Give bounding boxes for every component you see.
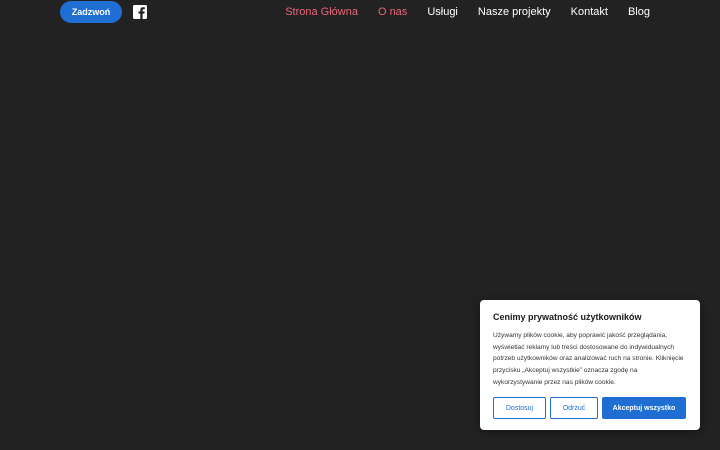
call-button[interactable]: Zadzwoń <box>60 1 122 23</box>
facebook-icon[interactable] <box>133 5 147 19</box>
main-nav: Strona Główna O nas Usługi Nasze projekt… <box>285 6 650 19</box>
nav-item-projects[interactable]: Nasze projekty <box>478 6 551 19</box>
site-header: Zadzwoń Strona Główna O nas Usługi Nasze… <box>0 0 720 26</box>
nav-item-home[interactable]: Strona Główna <box>285 6 358 19</box>
nav-item-about[interactable]: O nas <box>378 6 407 19</box>
accept-all-button[interactable]: Akceptuj wszystko <box>602 397 686 419</box>
cookie-description: Używamy plików cookie, aby poprawić jako… <box>493 332 684 386</box>
cookie-title: Cenimy prywatność użytkowników <box>493 312 642 322</box>
nav-item-contact[interactable]: Kontakt <box>571 6 608 19</box>
reject-button[interactable]: Odrzuć <box>550 397 598 419</box>
nav-item-blog[interactable]: Blog <box>628 6 650 19</box>
cookie-actions: Dostosuj Odrzuć Akceptuj wszystko <box>493 397 686 419</box>
page: Zadzwoń Strona Główna O nas Usługi Nasze… <box>0 0 720 450</box>
cookie-consent-banner: Cenimy prywatność użytkowników Używamy p… <box>480 300 700 430</box>
customize-button[interactable]: Dostosuj <box>493 397 546 419</box>
nav-item-services[interactable]: Usługi <box>427 6 458 19</box>
